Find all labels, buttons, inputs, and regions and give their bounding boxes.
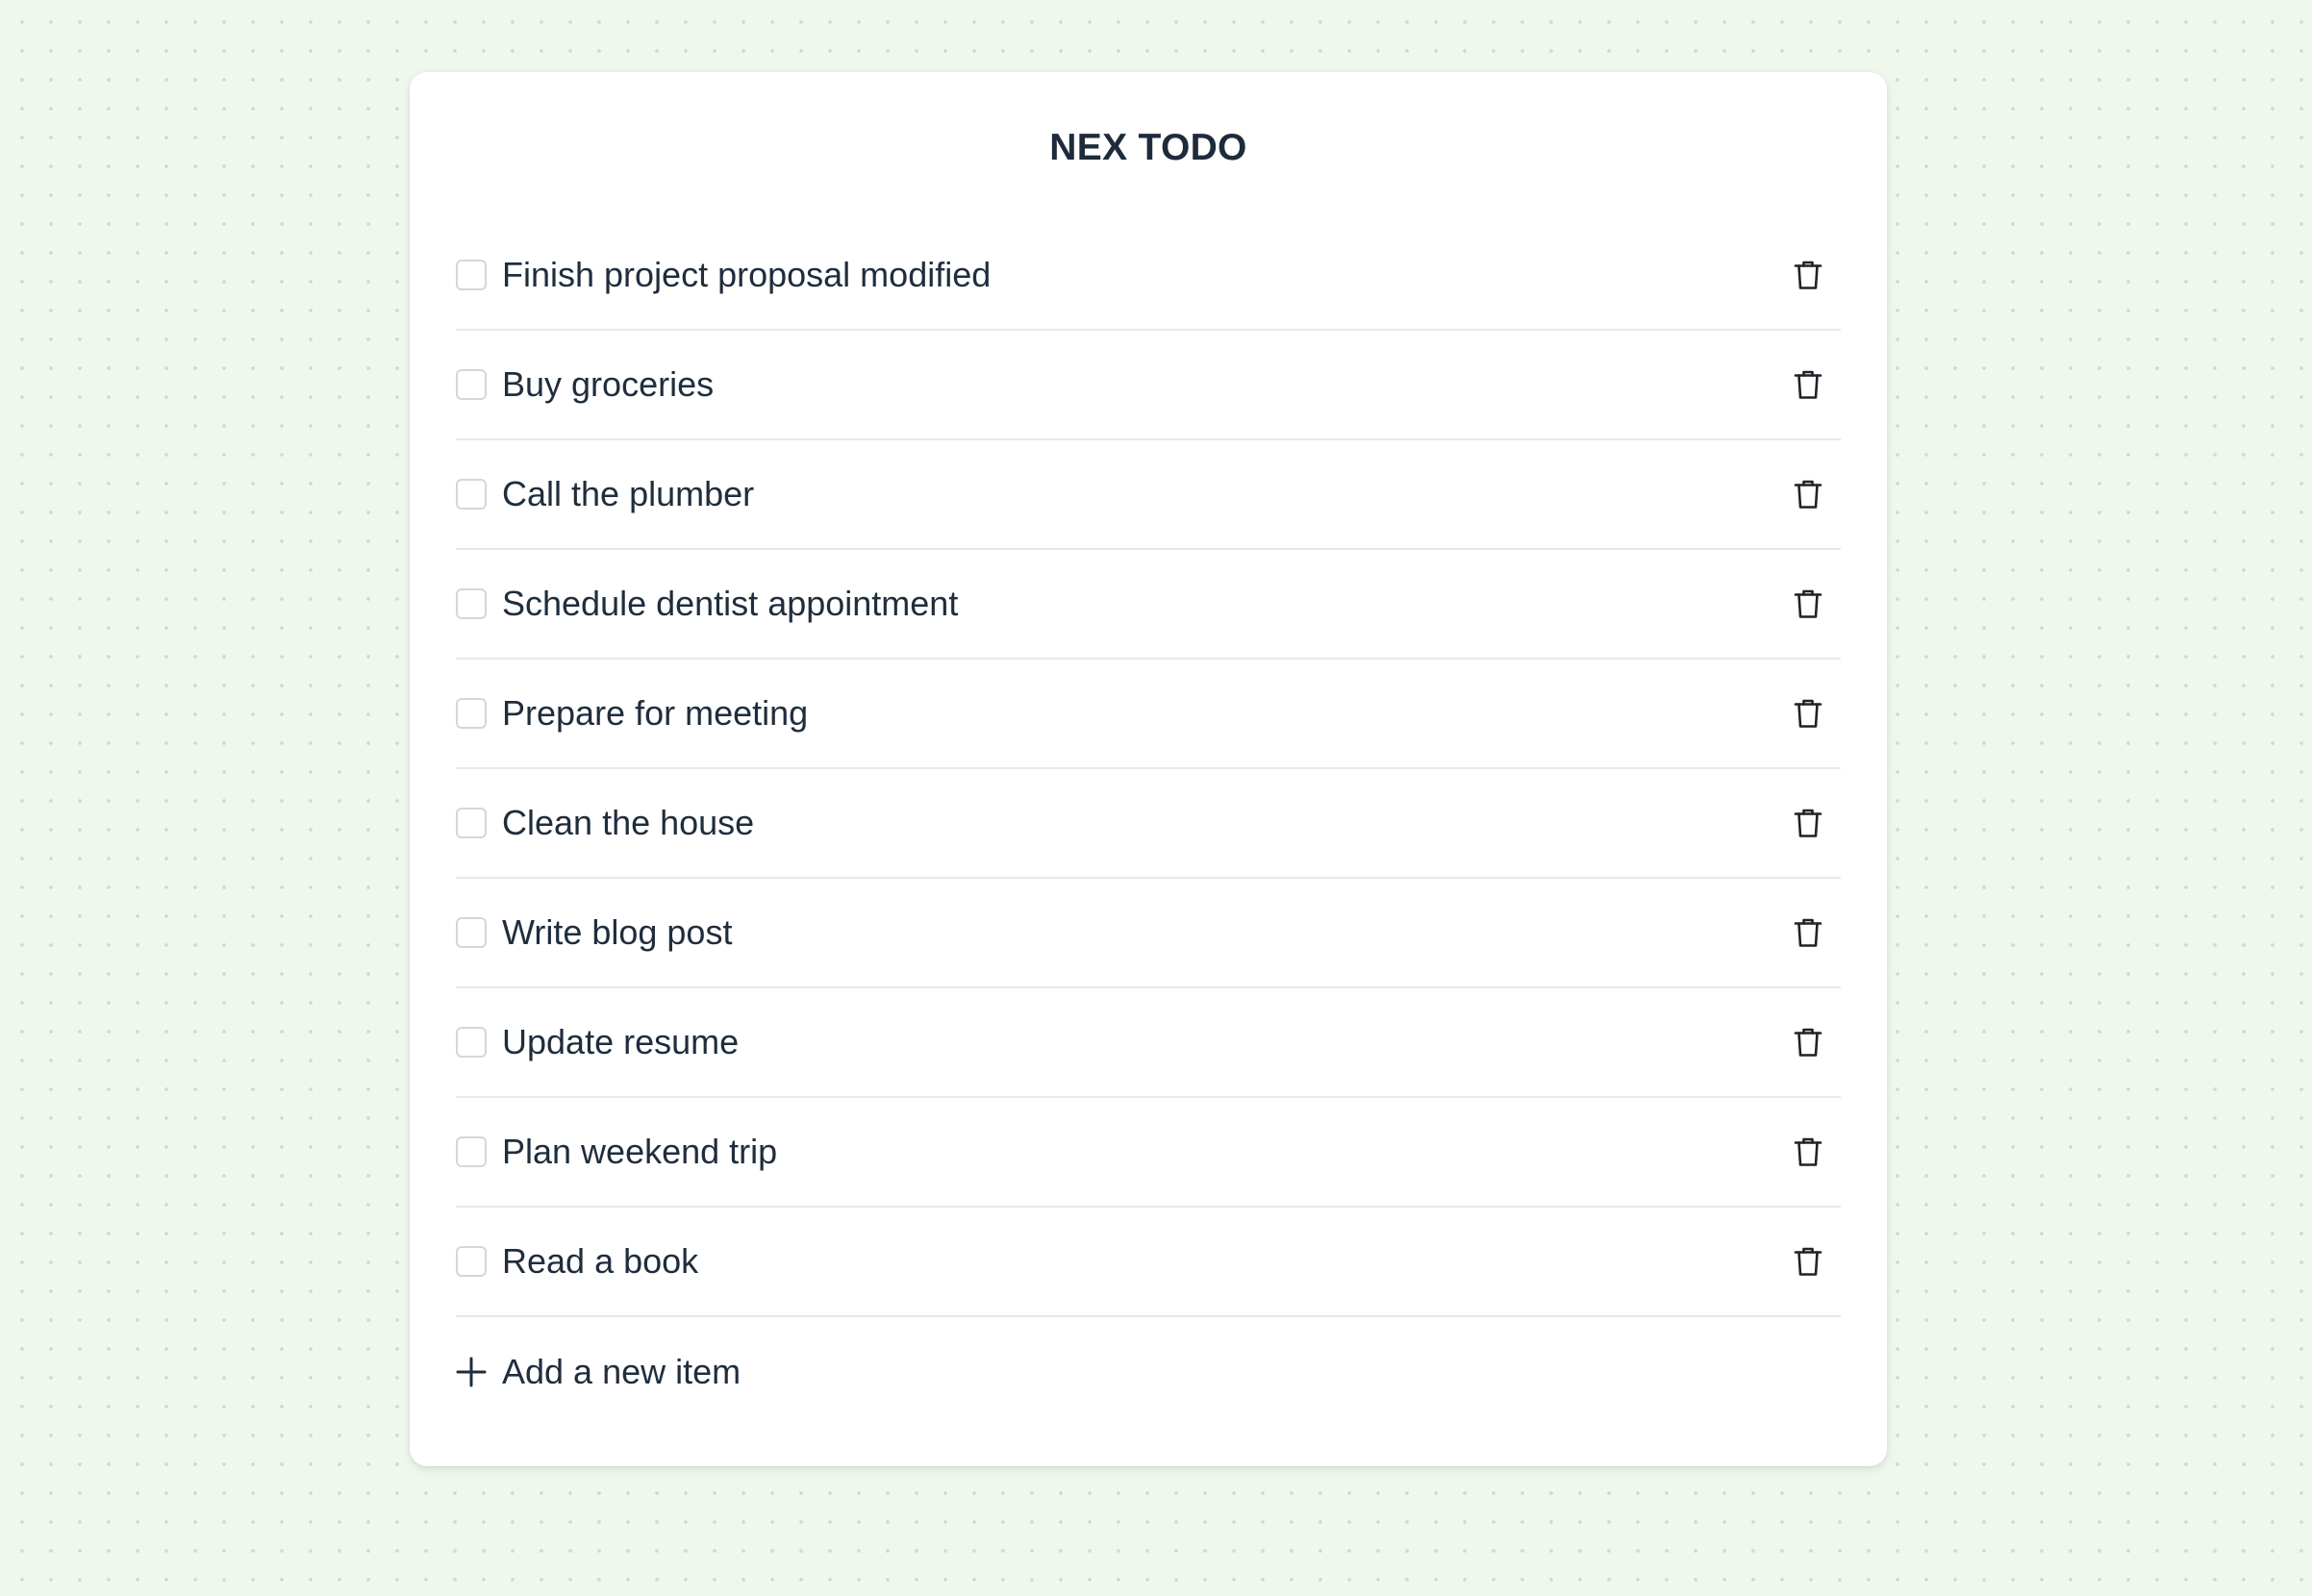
- delete-button[interactable]: [1791, 1135, 1825, 1169]
- todo-text: Plan weekend trip: [502, 1132, 778, 1171]
- todo-text: Buy groceries: [502, 364, 715, 404]
- list-item: Read a book: [456, 1208, 1841, 1317]
- todo-text: Finish project proposal modified: [502, 255, 992, 294]
- todo-checkbox[interactable]: [456, 369, 487, 400]
- todo-checkbox[interactable]: [456, 1136, 487, 1167]
- todo-checkbox[interactable]: [456, 917, 487, 948]
- todo-checkbox[interactable]: [456, 1246, 487, 1277]
- todo-checkbox[interactable]: [456, 1027, 487, 1058]
- list-item: Buy groceries: [456, 331, 1841, 440]
- todo-text: Clean the house: [502, 803, 755, 842]
- todo-list: Finish project proposal modified Buy gro…: [456, 221, 1841, 1317]
- trash-icon: [1794, 261, 1822, 289]
- trash-icon: [1794, 1137, 1822, 1166]
- list-item: Clean the house: [456, 769, 1841, 879]
- todo-checkbox[interactable]: [456, 698, 487, 729]
- add-item-label: Add a new item: [502, 1352, 741, 1391]
- trash-icon: [1794, 1028, 1822, 1057]
- add-item-button[interactable]: Add a new item: [456, 1317, 1841, 1427]
- todo-checkbox[interactable]: [456, 260, 487, 290]
- delete-button[interactable]: [1791, 258, 1825, 292]
- trash-icon: [1794, 809, 1822, 837]
- trash-icon: [1794, 699, 1822, 728]
- list-item: Finish project proposal modified: [456, 221, 1841, 331]
- list-item: Call the plumber: [456, 440, 1841, 550]
- list-item: Plan weekend trip: [456, 1098, 1841, 1208]
- delete-button[interactable]: [1791, 1244, 1825, 1279]
- list-item: Write blog post: [456, 879, 1841, 988]
- page-title: NEX TODO: [1049, 127, 1247, 168]
- delete-button[interactable]: [1791, 696, 1825, 731]
- todo-text: Schedule dentist appointment: [502, 584, 959, 623]
- delete-button[interactable]: [1791, 586, 1825, 621]
- trash-icon: [1794, 480, 1822, 509]
- todo-text: Write blog post: [502, 912, 733, 952]
- trash-icon: [1794, 370, 1822, 399]
- trash-icon: [1794, 589, 1822, 618]
- delete-button[interactable]: [1791, 477, 1825, 511]
- delete-button[interactable]: [1791, 806, 1825, 840]
- todo-checkbox[interactable]: [456, 808, 487, 838]
- todo-checkbox[interactable]: [456, 588, 487, 619]
- trash-icon: [1794, 918, 1822, 947]
- delete-button[interactable]: [1791, 367, 1825, 402]
- todo-text: Read a book: [502, 1241, 699, 1281]
- delete-button[interactable]: [1791, 915, 1825, 950]
- plus-icon: [456, 1357, 487, 1387]
- todo-checkbox[interactable]: [456, 479, 487, 510]
- list-item: Schedule dentist appointment: [456, 550, 1841, 660]
- list-item: Update resume: [456, 988, 1841, 1098]
- todo-text: Prepare for meeting: [502, 693, 809, 733]
- todo-text: Call the plumber: [502, 474, 755, 513]
- todo-text: Update resume: [502, 1022, 740, 1061]
- trash-icon: [1794, 1247, 1822, 1276]
- delete-button[interactable]: [1791, 1025, 1825, 1060]
- todo-card: NEX TODO Finish project proposal modifie…: [410, 72, 1887, 1466]
- list-item: Prepare for meeting: [456, 660, 1841, 769]
